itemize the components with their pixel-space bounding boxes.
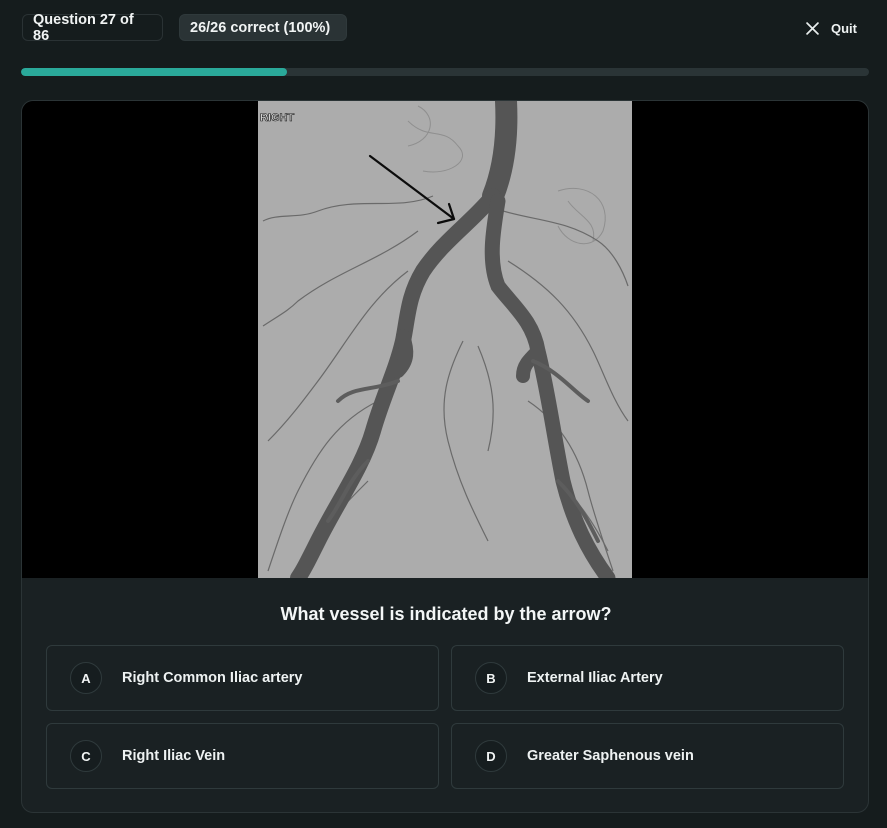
angiogram-image: RIGHT (258, 101, 632, 578)
top-bar: Question 27 of 86 26/26 correct (100%) Q… (0, 0, 887, 56)
quit-button[interactable]: Quit (806, 17, 857, 39)
progress-fill (21, 68, 288, 76)
answer-option-a[interactable]: A Right Common Iliac artery (46, 645, 439, 711)
option-letter: D (475, 740, 507, 772)
option-label: Right Common Iliac artery (122, 670, 303, 686)
option-letter: A (70, 662, 102, 694)
answer-option-c[interactable]: C Right Iliac Vein (46, 723, 439, 789)
option-label: External Iliac Artery (527, 670, 663, 686)
option-letter: C (70, 740, 102, 772)
close-icon (806, 21, 819, 35)
option-letter: B (475, 662, 507, 694)
answer-option-b[interactable]: B External Iliac Artery (451, 645, 844, 711)
question-text: What vessel is indicated by the arrow? (280, 604, 612, 624)
option-label: Greater Saphenous vein (527, 748, 694, 764)
score-badge: 26/26 correct (100%) (179, 14, 347, 41)
quit-label: Quit (831, 20, 857, 36)
question-counter: Question 27 of 86 (22, 12, 163, 44)
question-card: RIGHT What vessel is indicated by the ar… (21, 100, 869, 813)
image-panel: RIGHT (22, 101, 868, 578)
image-overlay-label: RIGHT (260, 112, 295, 124)
answer-option-d[interactable]: D Greater Saphenous vein (451, 723, 844, 789)
option-label: Right Iliac Vein (122, 748, 226, 764)
progress-bar (21, 68, 869, 76)
